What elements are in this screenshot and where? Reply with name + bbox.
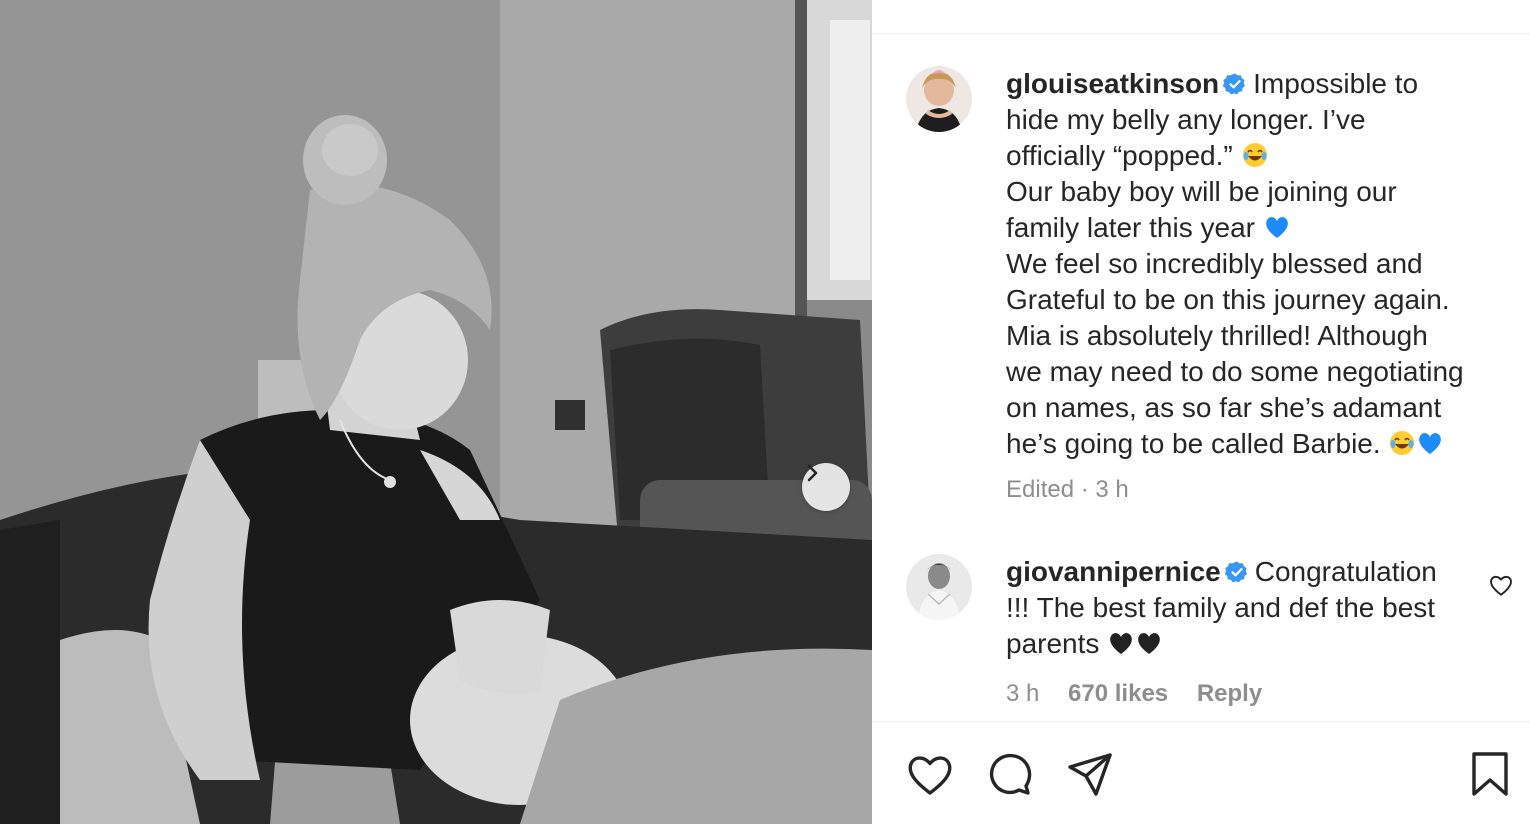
carousel-next-button[interactable] bbox=[802, 463, 850, 511]
meta-separator: · bbox=[1080, 476, 1089, 503]
avatar-image bbox=[906, 554, 972, 620]
reply-button[interactable]: Reply bbox=[1197, 680, 1262, 707]
caption-line: officially “popped.” bbox=[1006, 140, 1233, 171]
comment-like-heart-icon[interactable] bbox=[1488, 572, 1514, 598]
face-with-tears-of-joy-icon bbox=[1390, 431, 1415, 455]
face-with-tears-of-joy-icon bbox=[1242, 143, 1267, 167]
caption-line: Grateful to be on this journey again. bbox=[1006, 284, 1450, 315]
chevron-right-icon bbox=[807, 464, 818, 482]
comment-line: parents bbox=[1006, 628, 1100, 659]
comment-text: giovannipernice Congratulation !!! The be… bbox=[1006, 554, 1496, 662]
commenter-avatar[interactable] bbox=[906, 554, 972, 620]
save-button[interactable] bbox=[1464, 748, 1516, 800]
black-heart-icon bbox=[1110, 633, 1133, 654]
caption-line: he’s going to be called Barbie. bbox=[1006, 428, 1381, 459]
paper-plane-icon bbox=[1068, 753, 1112, 796]
avatar-image bbox=[906, 66, 972, 132]
post-time[interactable]: 3 h bbox=[1095, 476, 1128, 503]
post-photo[interactable] bbox=[0, 0, 872, 824]
share-button[interactable] bbox=[1064, 748, 1116, 800]
caption-line: Impossible to bbox=[1253, 68, 1419, 99]
heart-icon bbox=[908, 756, 952, 795]
author-username[interactable]: glouiseatkinson bbox=[1006, 68, 1219, 99]
photo-image bbox=[0, 0, 872, 824]
actions-divider bbox=[872, 721, 1530, 722]
author-avatar[interactable] bbox=[906, 66, 972, 132]
blue-heart-icon bbox=[1419, 433, 1442, 454]
caption-line: we may need to do some negotiating bbox=[1006, 356, 1464, 387]
comment-meta: 3 h 670 likes Reply bbox=[1006, 680, 1284, 708]
caption-meta: Edited · 3 h bbox=[1006, 476, 1129, 504]
edited-label: Edited bbox=[1006, 476, 1075, 503]
comment-line: !!! The best family and def the best bbox=[1006, 592, 1436, 623]
comment-bubble-icon bbox=[989, 753, 1032, 795]
caption-line: on names, as so far she’s adamant bbox=[1006, 392, 1442, 423]
caption-line: Mia is absolutely thrilled! Although bbox=[1006, 320, 1428, 351]
verified-badge-icon bbox=[1224, 561, 1247, 583]
comment-time[interactable]: 3 h bbox=[1006, 680, 1039, 707]
caption-line: family later this year bbox=[1006, 212, 1255, 243]
black-heart-icon bbox=[1138, 633, 1161, 654]
like-button[interactable] bbox=[904, 748, 956, 800]
post-side-panel: glouiseatkinson Impossible to hide my bel… bbox=[872, 0, 1530, 824]
caption-text: glouiseatkinson Impossible to hide my bel… bbox=[1006, 66, 1496, 462]
bookmark-icon bbox=[1472, 752, 1508, 796]
verified-badge-icon bbox=[1223, 73, 1246, 95]
comment-button[interactable] bbox=[984, 748, 1036, 800]
caption-line: Our baby boy will be joining our bbox=[1006, 176, 1397, 207]
commenter-username[interactable]: giovannipernice bbox=[1006, 556, 1221, 587]
caption-line: hide my belly any longer. I’ve bbox=[1006, 104, 1366, 135]
blue-heart-icon bbox=[1265, 217, 1288, 238]
caption-line: We feel so incredibly blessed and bbox=[1006, 248, 1423, 279]
comment-likes[interactable]: 670 likes bbox=[1068, 680, 1168, 707]
comment-line: Congratulation bbox=[1254, 556, 1437, 587]
post-actions-bar bbox=[872, 748, 1530, 804]
header-divider bbox=[872, 33, 1530, 34]
